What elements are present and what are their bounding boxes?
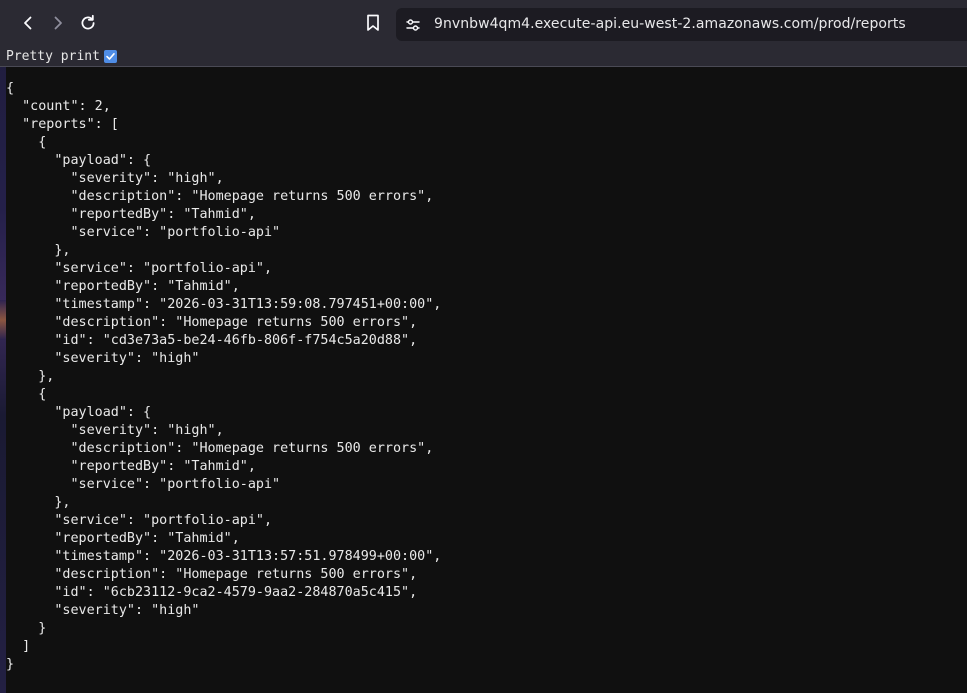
json-line: "reportedBy": "Tahmid", xyxy=(6,207,256,222)
arrow-right-icon xyxy=(54,16,62,30)
checkmark-icon xyxy=(106,53,115,60)
json-content: { "count": 2, "reports": [ { "payload": … xyxy=(6,80,961,674)
json-line: { xyxy=(6,81,15,96)
json-line: "severity": "high" xyxy=(6,603,200,618)
json-line: "id": "cd3e73a5-be24-46fb-806f-f754c5a20… xyxy=(6,333,418,348)
json-line: ] xyxy=(6,639,31,654)
json-line: "timestamp": "2026-03-31T13:59:08.797451… xyxy=(6,297,442,312)
address-bar[interactable]: 9nvnbw4qm4.execute-api.eu-west-2.amazona… xyxy=(396,8,967,41)
json-line: "service": "portfolio-api", xyxy=(6,513,273,528)
back-button[interactable] xyxy=(14,9,42,37)
json-viewer-toolbar: Pretty print xyxy=(0,46,967,67)
json-line: } xyxy=(6,621,47,636)
arrow-left-icon xyxy=(24,16,32,30)
json-line: "payload": { xyxy=(6,405,152,420)
json-line: "payload": { xyxy=(6,153,152,168)
json-line: "severity": "high", xyxy=(6,171,224,186)
json-line: "description": "Homepage returns 500 err… xyxy=(6,315,418,330)
reload-icon xyxy=(81,14,95,30)
json-line: "count": 2, xyxy=(6,99,111,114)
json-line: "service": "portfolio-api" xyxy=(6,225,281,240)
json-line: "service": "portfolio-api" xyxy=(6,477,281,492)
pretty-print-label: Pretty print xyxy=(6,49,100,64)
json-line: "description": "Homepage returns 500 err… xyxy=(6,189,434,204)
pretty-print-checkbox[interactable] xyxy=(104,50,117,63)
browser-toolbar: 9nvnbw4qm4.execute-api.eu-west-2.amazona… xyxy=(0,0,967,46)
json-line: "severity": "high", xyxy=(6,423,224,438)
bookmark-button[interactable] xyxy=(359,9,387,37)
json-line: }, xyxy=(6,243,71,258)
json-line: "description": "Homepage returns 500 err… xyxy=(6,441,434,456)
json-line: "timestamp": "2026-03-31T13:57:51.978499… xyxy=(6,549,442,564)
url-text[interactable]: 9nvnbw4qm4.execute-api.eu-west-2.amazona… xyxy=(434,16,906,32)
site-info-button[interactable] xyxy=(402,14,424,36)
json-line: "reportedBy": "Tahmid", xyxy=(6,279,240,294)
bookmark-icon xyxy=(367,14,379,31)
tune-icon xyxy=(406,19,420,31)
json-line: "reportedBy": "Tahmid", xyxy=(6,531,240,546)
reload-button[interactable] xyxy=(74,9,102,37)
json-line: { xyxy=(6,135,47,150)
json-line: "severity": "high" xyxy=(6,351,200,366)
json-line: "reportedBy": "Tahmid", xyxy=(6,459,256,474)
json-line: { xyxy=(6,387,47,402)
json-line: } xyxy=(6,657,15,672)
json-line: }, xyxy=(6,369,55,384)
json-line: "description": "Homepage returns 500 err… xyxy=(6,567,418,582)
json-line: "reports": [ xyxy=(6,117,119,132)
forward-button[interactable] xyxy=(44,9,72,37)
json-line: }, xyxy=(6,495,71,510)
json-line: "service": "portfolio-api", xyxy=(6,261,273,276)
json-line: "id": "6cb23112-9ca2-4579-9aa2-284870a5c… xyxy=(6,585,418,600)
